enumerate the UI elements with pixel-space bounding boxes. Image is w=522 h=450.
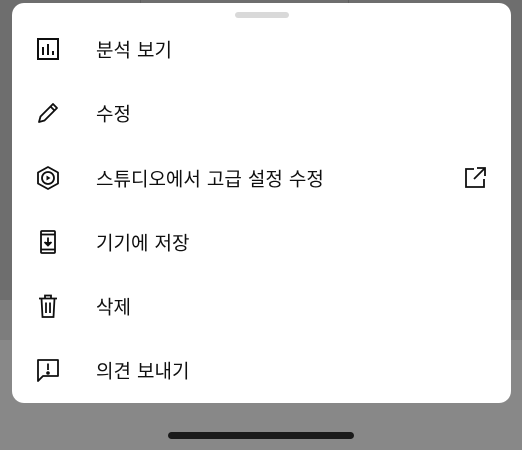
- menu-item-label: 스튜디오에서 고급 설정 수정: [96, 168, 324, 191]
- trash-icon: [34, 292, 62, 320]
- menu-item-save-to-device[interactable]: 기기에 저장: [12, 210, 511, 274]
- menu-item-label: 삭제: [96, 296, 131, 319]
- menu-item-analytics[interactable]: 분석 보기: [12, 17, 511, 81]
- home-indicator[interactable]: [168, 432, 354, 439]
- studio-icon: [34, 164, 62, 192]
- menu-item-label: 분석 보기: [96, 39, 172, 62]
- download-to-device-icon: [34, 228, 62, 256]
- pencil-icon: [34, 99, 62, 127]
- analytics-icon: [34, 35, 62, 63]
- menu-item-label: 기기에 저장: [96, 232, 190, 255]
- menu-item-delete[interactable]: 삭제: [12, 274, 511, 338]
- feedback-icon: [34, 356, 62, 384]
- menu-item-edit[interactable]: 수정: [12, 81, 511, 145]
- menu-item-studio-settings[interactable]: 스튜디오에서 고급 설정 수정: [12, 146, 511, 210]
- menu-item-label: 의견 보내기: [96, 360, 190, 383]
- bottom-sheet-menu: 분석 보기 수정 스튜디오에서 고급 설정 수정 기기에 저장 삭제 의견 보내…: [12, 3, 511, 403]
- menu-item-label: 수정: [96, 103, 131, 126]
- menu-item-send-feedback[interactable]: 의견 보내기: [12, 338, 511, 402]
- external-link-icon: [461, 164, 489, 192]
